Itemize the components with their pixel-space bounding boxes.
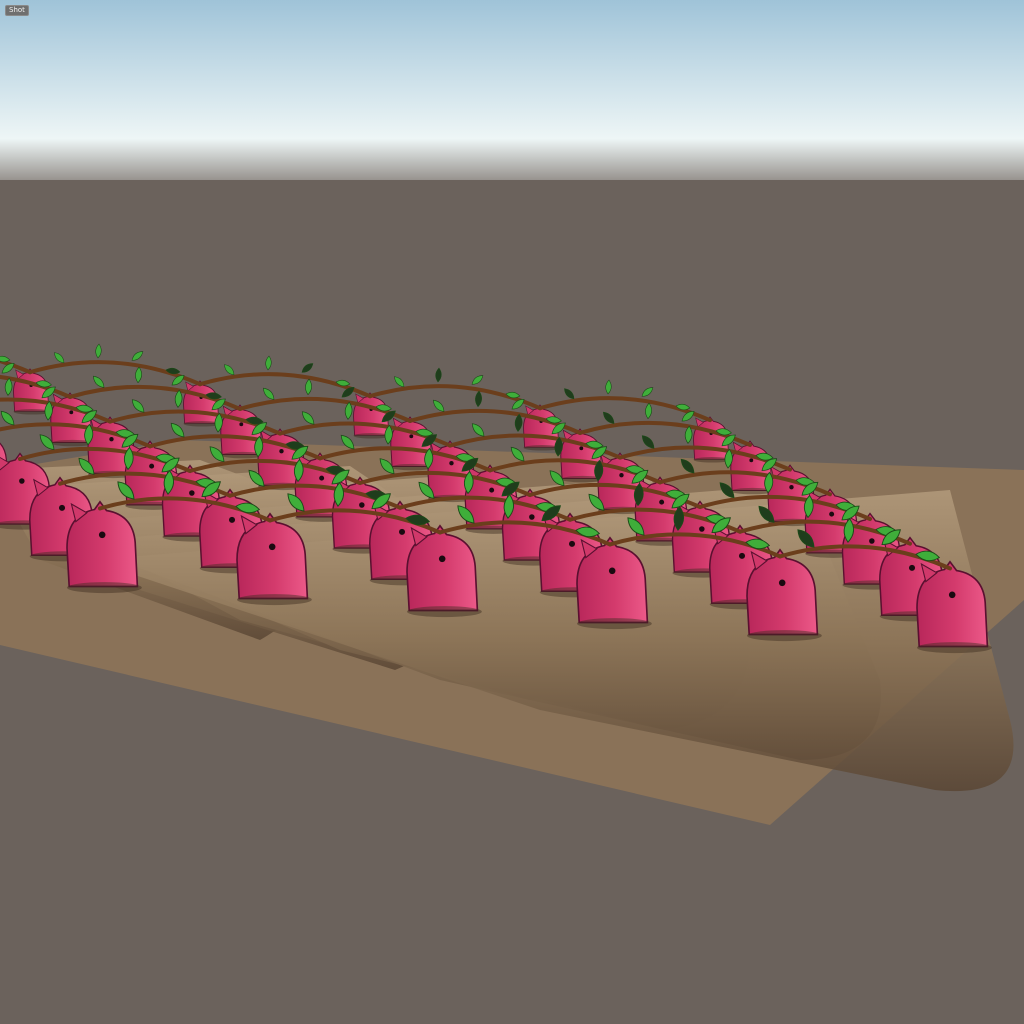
creature-eye	[908, 564, 916, 571]
creature-eye	[109, 437, 114, 442]
creature-eye	[398, 528, 406, 535]
creature-eye	[749, 458, 754, 463]
creature-eye	[738, 552, 746, 559]
creature-eye	[268, 543, 276, 551]
creature-eye	[608, 567, 616, 575]
creature-eye	[149, 463, 155, 469]
farm-scene	[0, 0, 1024, 1024]
creature-eye	[778, 579, 786, 587]
creature-eye	[489, 487, 495, 493]
creature-eye	[869, 538, 875, 544]
creature-shadow	[577, 618, 652, 630]
creature-eye	[699, 526, 705, 532]
creature-eye	[829, 511, 835, 517]
shot-button[interactable]: Shot	[5, 5, 29, 16]
creature-eye	[438, 555, 446, 563]
creature-eye	[189, 490, 195, 496]
creature-eye	[449, 461, 454, 466]
creature-eye	[58, 504, 66, 511]
creature-eye	[228, 516, 236, 523]
creature-shadow	[407, 606, 482, 618]
creature-shadow	[237, 594, 312, 606]
creature-eye	[568, 540, 576, 547]
sky	[0, 0, 1024, 185]
creature-eye	[619, 473, 624, 478]
creature-eye	[948, 591, 956, 599]
game-viewport[interactable]: Shot	[0, 0, 1024, 1024]
creature-eye	[19, 478, 25, 484]
creature-eye	[279, 449, 284, 454]
creature-eye	[659, 499, 665, 505]
creature-eye	[98, 531, 106, 539]
creature-eye	[579, 446, 584, 451]
creature-eye	[529, 514, 535, 520]
creature-eye	[69, 410, 74, 415]
creature-shadow	[917, 642, 992, 654]
creature-eye	[319, 475, 325, 481]
creature-eye	[359, 502, 365, 508]
creature-eye	[789, 485, 794, 490]
creature-eye	[409, 434, 414, 439]
creature-shadow	[67, 582, 142, 594]
creature-shadow	[747, 630, 822, 642]
creature-eye	[239, 422, 244, 427]
